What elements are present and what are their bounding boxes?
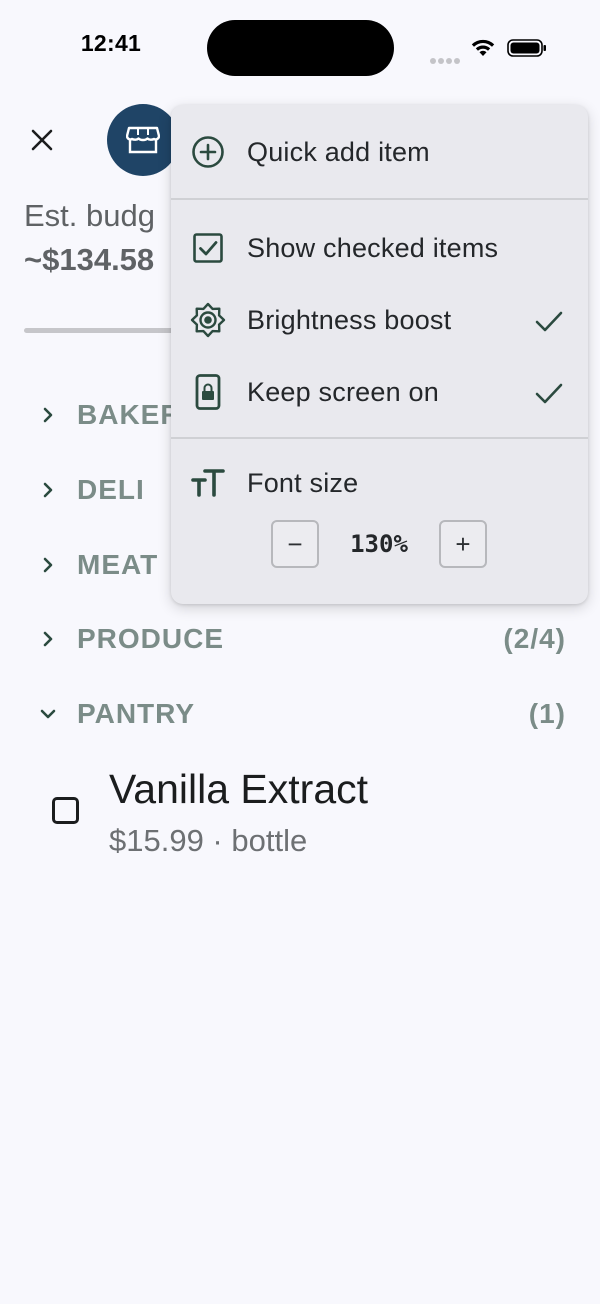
- category-name: PANTRY: [77, 698, 195, 729]
- item-name: Vanilla Extract: [109, 766, 369, 812]
- chevron-right-icon: [43, 631, 53, 647]
- item-checkbox[interactable]: [52, 797, 79, 824]
- status-time: 12:41: [80, 30, 142, 56]
- menu-divider: [171, 437, 588, 439]
- menu-item-label: Show checked items: [247, 233, 499, 263]
- category-count: (1): [528, 698, 566, 729]
- store-button[interactable]: [107, 104, 179, 176]
- checkmark-icon: [535, 383, 563, 404]
- font-size-value: 130%: [350, 530, 408, 558]
- category-count: (2/4): [503, 623, 566, 654]
- budget-value: ~$134.58: [24, 242, 155, 277]
- font-size-stepper: − 130% +: [171, 520, 588, 570]
- battery-icon: [507, 39, 546, 57]
- options-menu: Quick add item Show checked items Bright…: [171, 105, 588, 604]
- text-size-icon: [191, 469, 225, 497]
- chevron-right-icon: [43, 482, 53, 498]
- checkmark-icon: [535, 311, 563, 332]
- status-bar: 12:41: [0, 0, 600, 96]
- wifi-icon: [471, 39, 495, 56]
- menu-item-brightness-boost[interactable]: Brightness boost: [171, 284, 588, 356]
- phone-lock-icon: [195, 374, 221, 410]
- storefront-icon: [126, 126, 160, 154]
- category-name: MEAT: [77, 549, 159, 580]
- chevron-right-icon: [43, 557, 53, 573]
- list-item[interactable]: Vanilla Extract $15.99 · bottle: [0, 760, 600, 870]
- menu-item-label: Quick add item: [247, 137, 430, 167]
- brightness-icon: [190, 302, 226, 338]
- menu-item-show-checked[interactable]: Show checked items: [171, 212, 588, 284]
- menu-item-keep-screen-on[interactable]: Keep screen on: [171, 356, 588, 428]
- menu-item-label: Font size: [247, 468, 359, 498]
- menu-item-quick-add[interactable]: Quick add item: [171, 116, 588, 188]
- chevron-right-icon: [43, 407, 53, 423]
- plus-circle-icon: [192, 136, 224, 168]
- item-price-unit: $15.99 · bottle: [109, 823, 308, 858]
- dynamic-island: [207, 20, 394, 76]
- menu-item-label: Keep screen on: [247, 377, 439, 407]
- decrease-font-button[interactable]: −: [271, 520, 319, 568]
- category-name: BAKER: [77, 399, 182, 430]
- category-row-produce[interactable]: PRODUCE (2/4): [0, 609, 600, 669]
- close-icon: [31, 129, 53, 151]
- menu-divider: [171, 198, 588, 200]
- chevron-down-icon: [40, 709, 56, 719]
- category-row-pantry[interactable]: PANTRY (1): [0, 684, 600, 744]
- menu-item-label: Brightness boost: [247, 305, 452, 335]
- category-name: DELI: [77, 474, 145, 505]
- signal-icon: [430, 51, 462, 69]
- increase-font-button[interactable]: +: [439, 520, 487, 568]
- close-button[interactable]: [26, 124, 58, 156]
- budget-label: Est. budg: [24, 198, 155, 233]
- menu-item-font-size: Font size: [171, 447, 588, 519]
- checkbox-icon: [193, 233, 223, 263]
- category-name: PRODUCE: [77, 623, 225, 654]
